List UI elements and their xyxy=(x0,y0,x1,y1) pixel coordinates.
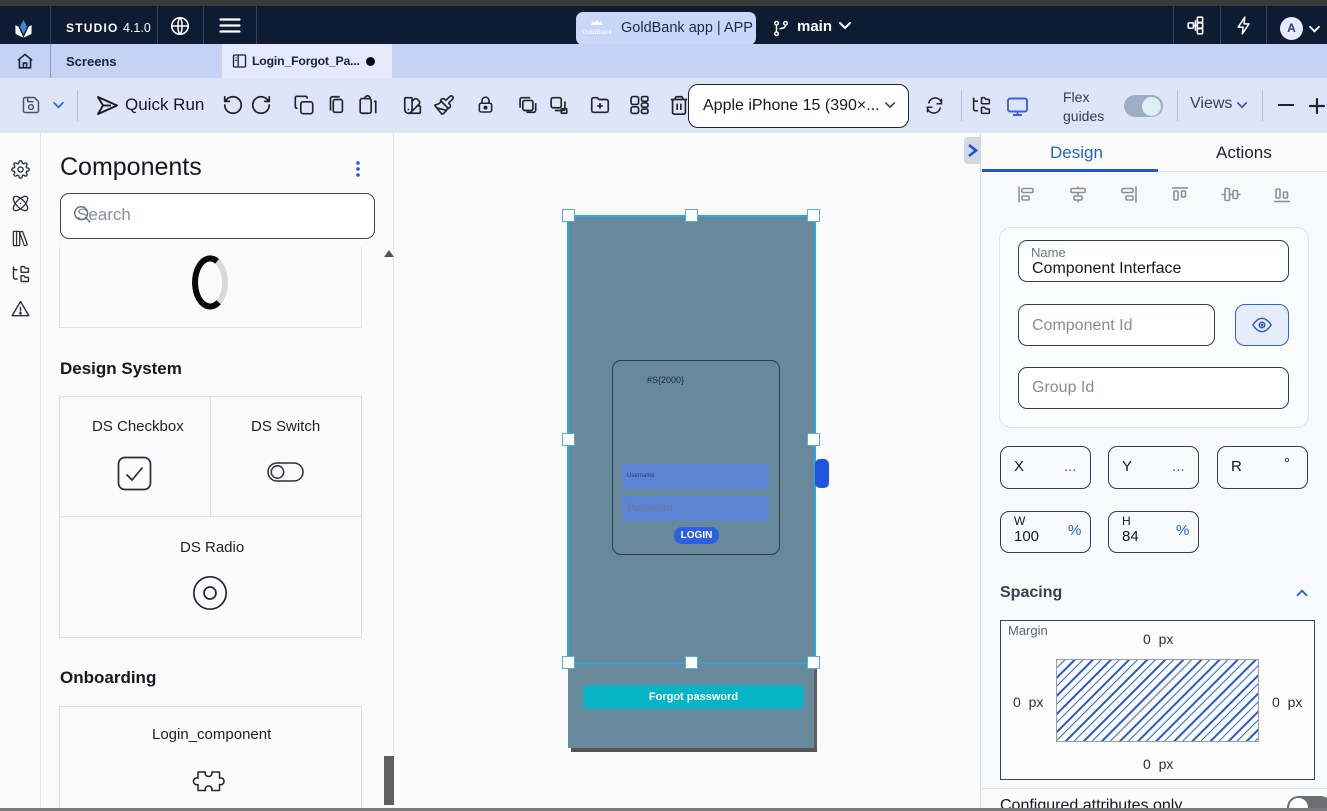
svg-text:GoldBank: GoldBank xyxy=(582,29,612,36)
